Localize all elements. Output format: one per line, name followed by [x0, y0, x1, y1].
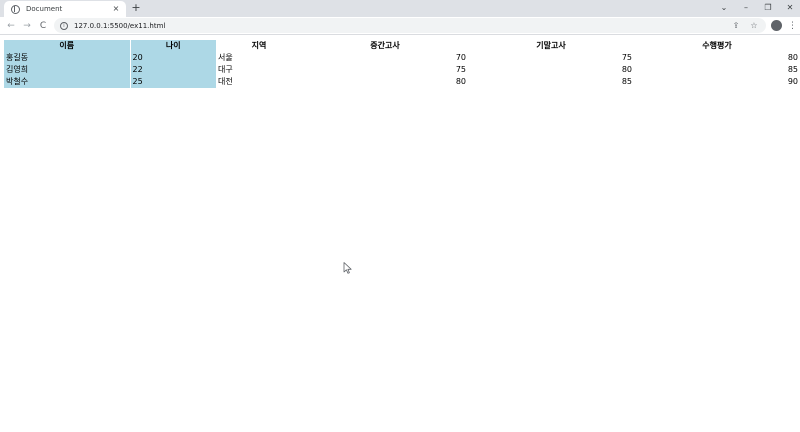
cell-region: 대구 — [218, 65, 233, 74]
grades-table: 이름 나이 지역 중간고사 기말고사 수행평가 홍길동 20 서울 70 75 … — [4, 40, 800, 88]
table-row: 김영희 22 대구 75 80 85 — [4, 64, 800, 76]
cell-name: 김영희 — [4, 64, 131, 76]
globe-icon — [11, 4, 20, 14]
header-region: 지역 — [251, 41, 267, 50]
new-tab-button[interactable]: + — [130, 2, 142, 14]
cell-age: 20 — [130, 52, 216, 64]
cell-region: 대전 — [218, 77, 233, 86]
header-final: 기말고사 — [536, 41, 566, 50]
page-content: 이름 나이 지역 중간고사 기말고사 수행평가 홍길동 20 서울 70 75 … — [0, 36, 800, 432]
bookmark-star-icon[interactable]: ☆ — [748, 20, 760, 32]
tab-search-icon[interactable]: ⌄ — [714, 1, 734, 15]
header-midterm: 중간고사 — [370, 41, 400, 50]
close-tab-icon[interactable]: × — [111, 4, 121, 14]
reload-button[interactable]: C — [36, 19, 50, 33]
header-age: 나이 — [130, 40, 216, 52]
address-bar[interactable]: i 127.0.0.1:5500/ex11.html ⇪ ☆ — [54, 18, 766, 33]
header-name: 이름 — [4, 40, 131, 52]
url-text[interactable]: 127.0.0.1:5500/ex11.html — [74, 22, 730, 30]
cell-final: 75 — [621, 53, 632, 62]
cell-midterm: 70 — [455, 53, 466, 62]
restore-button[interactable]: ❐ — [758, 1, 778, 15]
cell-performance: 85 — [787, 65, 798, 74]
cell-age: 22 — [130, 64, 216, 76]
header-performance: 수행평가 — [702, 41, 732, 50]
cell-name: 홍길동 — [4, 52, 131, 64]
close-window-button[interactable]: ✕ — [780, 1, 800, 15]
site-info-icon[interactable]: i — [60, 21, 68, 30]
cell-age: 25 — [130, 76, 216, 88]
cell-name: 박철수 — [4, 76, 131, 88]
table-header-row: 이름 나이 지역 중간고사 기말고사 수행평가 — [4, 40, 800, 52]
table-row: 홍길동 20 서울 70 75 80 — [4, 52, 800, 64]
browser-toolbar: ← → C i 127.0.0.1:5500/ex11.html ⇪ ☆ ⋮ — [0, 17, 800, 35]
cell-region: 서울 — [218, 53, 233, 62]
forward-button[interactable]: → — [20, 19, 34, 33]
cell-final: 80 — [621, 65, 632, 74]
cell-final: 85 — [621, 77, 632, 86]
tab-document[interactable]: Document × — [4, 1, 126, 17]
back-button[interactable]: ← — [4, 19, 18, 33]
share-icon[interactable]: ⇪ — [730, 20, 742, 32]
tab-strip: Document × + ⌄ – ❐ ✕ — [0, 0, 800, 17]
mouse-cursor-icon — [343, 262, 352, 274]
minimize-button[interactable]: – — [736, 1, 756, 15]
kebab-menu-icon[interactable]: ⋮ — [788, 19, 797, 33]
cell-performance: 90 — [787, 77, 798, 86]
profile-avatar-icon[interactable] — [771, 20, 782, 31]
cell-midterm: 75 — [455, 65, 466, 74]
cell-midterm: 80 — [455, 77, 466, 86]
cell-performance: 80 — [787, 53, 798, 62]
tab-title: Document — [26, 5, 63, 13]
table-row: 박철수 25 대전 80 85 90 — [4, 76, 800, 88]
